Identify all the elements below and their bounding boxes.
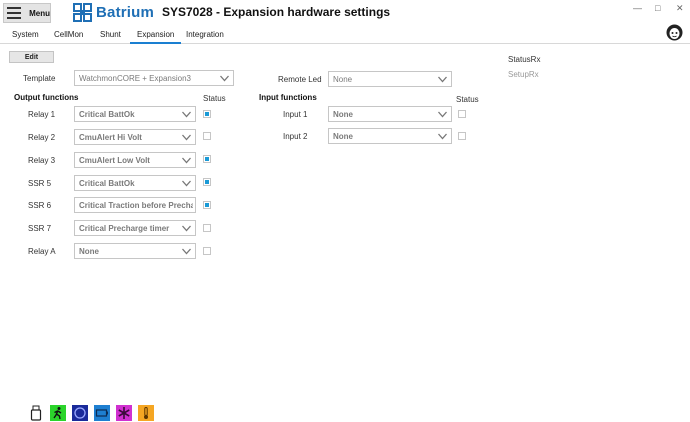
output-select-ssr-6[interactable]: Critical Traction before Precharge	[74, 197, 196, 213]
remote-led-value: None	[333, 75, 353, 84]
tab-cellmon[interactable]: CellMon	[54, 30, 83, 44]
chevron-down-icon	[438, 133, 447, 140]
output-status-checkbox-relay-1[interactable]	[203, 110, 211, 118]
input-status-header: Status	[456, 95, 479, 104]
chevron-down-icon	[182, 180, 191, 187]
output-select-relay-2[interactable]: CmuAlert Hi Volt	[74, 129, 196, 145]
output-status-checkbox-relay-a[interactable]	[203, 247, 211, 255]
output-status-checkbox-ssr-5[interactable]	[203, 178, 211, 186]
tab-integration[interactable]: Integration	[186, 30, 224, 44]
input-label-2: Input 2	[283, 132, 308, 141]
minimize-button[interactable]: —	[633, 3, 642, 13]
output-value: CmuAlert Low Volt	[79, 156, 150, 165]
output-status-header: Status	[203, 94, 226, 103]
user-avatar-icon[interactable]	[666, 24, 683, 41]
remote-led-label: Remote Led	[278, 75, 322, 84]
input-select-2[interactable]: None	[328, 128, 452, 144]
input-select-1[interactable]: None	[328, 106, 452, 122]
output-value: Critical BattOk	[79, 179, 135, 188]
maximize-button[interactable]: □	[655, 3, 660, 13]
page-title: SYS7028 - Expansion hardware settings	[162, 5, 391, 19]
template-value: WatchmonCORE + Expansion3	[79, 74, 191, 83]
menu-button[interactable]: Menu	[3, 3, 51, 23]
app-header: Menu Batrium SYS7028 - Expansion hardwar…	[0, 0, 690, 28]
close-button[interactable]: ✕	[676, 3, 684, 14]
template-label: Template	[23, 74, 56, 83]
tab-expansion[interactable]: Expansion	[130, 30, 182, 44]
chevron-down-icon	[438, 76, 447, 83]
battery-icon[interactable]	[94, 405, 110, 421]
output-label-relay-1: Relay 1	[28, 110, 56, 119]
input-value: None	[333, 110, 353, 119]
status-rx-indicator: StatusRx	[508, 55, 541, 64]
output-label-ssr-6: SSR 6	[28, 201, 52, 210]
output-select-ssr-5[interactable]: Critical BattOk	[74, 175, 196, 191]
input-status-checkbox-2[interactable]	[458, 132, 466, 140]
output-label-ssr-7: SSR 7	[28, 224, 52, 233]
menu-label: Menu	[29, 8, 50, 18]
output-value: CmuAlert Hi Volt	[79, 133, 142, 142]
logo-text: Batrium	[96, 4, 155, 21]
tab-shunt[interactable]: Shunt	[100, 30, 121, 44]
output-select-relay-3[interactable]: CmuAlert Low Volt	[74, 152, 196, 168]
chevron-down-icon	[182, 225, 191, 232]
output-status-checkbox-relay-2[interactable]	[203, 132, 211, 140]
output-functions-title: Output functions	[14, 93, 79, 102]
input-value: None	[333, 132, 353, 141]
output-status-checkbox-ssr-6[interactable]	[203, 201, 211, 209]
chevron-down-icon	[182, 248, 191, 255]
thermometer-icon[interactable]	[138, 405, 154, 421]
remote-led-select[interactable]: None	[328, 71, 452, 87]
output-value: Critical BattOk	[79, 110, 135, 119]
chevron-down-icon	[182, 157, 191, 164]
output-label-ssr-5: SSR 5	[28, 179, 52, 188]
usb-icon[interactable]	[28, 405, 44, 421]
edit-button[interactable]: Edit	[9, 51, 54, 63]
batrium-logo: Batrium	[73, 3, 154, 22]
chevron-down-icon	[182, 134, 191, 141]
chevron-down-icon	[220, 75, 229, 82]
batrium-logo-icon	[73, 3, 92, 22]
setup-rx-indicator: SetupRx	[508, 70, 539, 79]
output-select-ssr-7[interactable]: Critical Precharge timer	[74, 220, 196, 236]
output-label-relay-2: Relay 2	[28, 133, 56, 142]
output-value: Critical Traction before Precharge	[79, 201, 193, 210]
tab-system[interactable]: System	[12, 30, 39, 44]
output-value: Critical Precharge timer	[79, 224, 170, 233]
running-man-icon[interactable]	[50, 405, 66, 421]
chevron-down-icon	[438, 111, 447, 118]
hamburger-icon	[7, 7, 22, 19]
input-status-checkbox-1[interactable]	[458, 110, 466, 118]
fan-icon[interactable]	[116, 405, 132, 421]
chevron-down-icon	[182, 111, 191, 118]
output-value: None	[79, 247, 99, 256]
output-status-checkbox-ssr-7[interactable]	[203, 224, 211, 232]
output-status-checkbox-relay-3[interactable]	[203, 155, 211, 163]
status-icon-bar	[28, 405, 160, 421]
input-label-1: Input 1	[283, 110, 308, 119]
template-select[interactable]: WatchmonCORE + Expansion3	[74, 70, 234, 86]
tab-bar: System CellMon Shunt Expansion Integrati…	[0, 28, 690, 44]
circle-icon[interactable]	[72, 405, 88, 421]
input-functions-title: Input functions	[259, 93, 317, 102]
output-label-relay-3: Relay 3	[28, 156, 56, 165]
output-select-relay-a[interactable]: None	[74, 243, 196, 259]
output-label-relay-a: Relay A	[28, 247, 56, 256]
output-select-relay-1[interactable]: Critical BattOk	[74, 106, 196, 122]
